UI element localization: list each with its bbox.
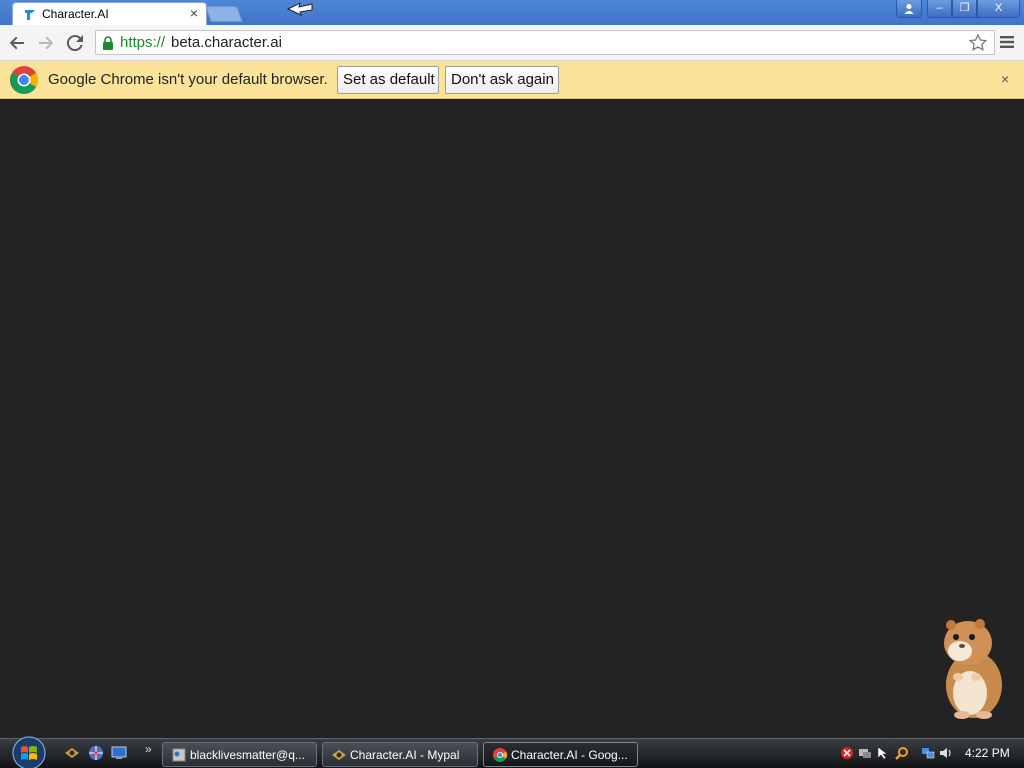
window-titlebar[interactable]: Character.AI × – ❐ X bbox=[0, 0, 1024, 25]
menu-icon[interactable] bbox=[999, 34, 1015, 50]
address-bar[interactable]: https:// beta.character.ai bbox=[95, 30, 995, 55]
restore-button[interactable]: ❐ bbox=[952, 0, 977, 18]
quick-launch-overflow[interactable]: » bbox=[145, 742, 152, 756]
hand-cursor-icon bbox=[286, 2, 313, 16]
quick-launch-desktop-icon[interactable] bbox=[111, 745, 127, 761]
start-button[interactable] bbox=[8, 735, 50, 768]
dont-ask-again-button[interactable]: Don't ask again bbox=[445, 66, 559, 94]
profile-button[interactable] bbox=[896, 0, 922, 18]
taskbar-item-mypal[interactable]: Character.AI - Mypal bbox=[322, 742, 478, 767]
tray-network-icon[interactable] bbox=[858, 746, 872, 760]
bookmark-star-icon[interactable] bbox=[968, 33, 988, 53]
tab-title: Character.AI bbox=[42, 7, 109, 21]
infobar-message: Google Chrome isn't your default browser… bbox=[48, 71, 328, 88]
browser-toolbar: https:// beta.character.ai bbox=[0, 25, 1024, 61]
close-window-button[interactable]: X bbox=[977, 0, 1020, 18]
new-tab-button[interactable] bbox=[205, 6, 243, 22]
set-as-default-button[interactable]: Set as default bbox=[337, 66, 439, 94]
default-browser-infobar: Google Chrome isn't your default browser… bbox=[0, 61, 1024, 99]
reload-icon[interactable] bbox=[63, 31, 87, 55]
windows-taskbar: » blacklivesmatter@q... Character.AI - M… bbox=[0, 735, 1024, 768]
url-scheme: https:// bbox=[120, 34, 166, 51]
tray-security-alert-icon[interactable] bbox=[840, 746, 854, 760]
user-icon bbox=[904, 4, 914, 14]
tray-volume-icon[interactable] bbox=[939, 746, 953, 760]
quick-launch-globe-icon[interactable] bbox=[88, 745, 104, 761]
taskbar-item-label: blacklivesmatter@q... bbox=[190, 748, 305, 762]
taskbar-clock[interactable]: 4:22 PM bbox=[965, 746, 1010, 760]
taskbar-item-messenger[interactable]: blacklivesmatter@q... bbox=[162, 742, 317, 767]
forward-arrow-icon[interactable] bbox=[34, 31, 58, 55]
tray-pointer-icon[interactable] bbox=[876, 746, 890, 760]
tray-connection-icon[interactable] bbox=[921, 746, 935, 760]
taskbar-item-label: Character.AI - Goog... bbox=[511, 748, 628, 762]
chrome-icon bbox=[493, 748, 507, 762]
infobar-close-button[interactable]: × bbox=[1001, 71, 1009, 87]
back-arrow-icon[interactable] bbox=[5, 31, 29, 55]
lock-icon bbox=[103, 36, 113, 50]
tab-close-button[interactable]: × bbox=[190, 5, 198, 21]
url-host: beta.character.ai bbox=[171, 34, 282, 51]
tray-search-icon[interactable] bbox=[895, 746, 909, 760]
messenger-icon bbox=[172, 748, 186, 762]
chrome-logo-icon bbox=[10, 66, 38, 94]
quick-launch-mypal-icon[interactable] bbox=[64, 745, 80, 761]
minimize-button[interactable]: – bbox=[927, 0, 952, 18]
character-ai-favicon-icon bbox=[25, 10, 35, 20]
hamster-mascot-icon bbox=[944, 619, 1002, 719]
mypal-icon bbox=[332, 750, 346, 760]
tab-character-ai[interactable]: Character.AI × bbox=[12, 2, 207, 25]
taskbar-item-chrome[interactable]: Character.AI - Goog... bbox=[483, 742, 638, 767]
taskbar-item-label: Character.AI - Mypal bbox=[350, 748, 460, 762]
